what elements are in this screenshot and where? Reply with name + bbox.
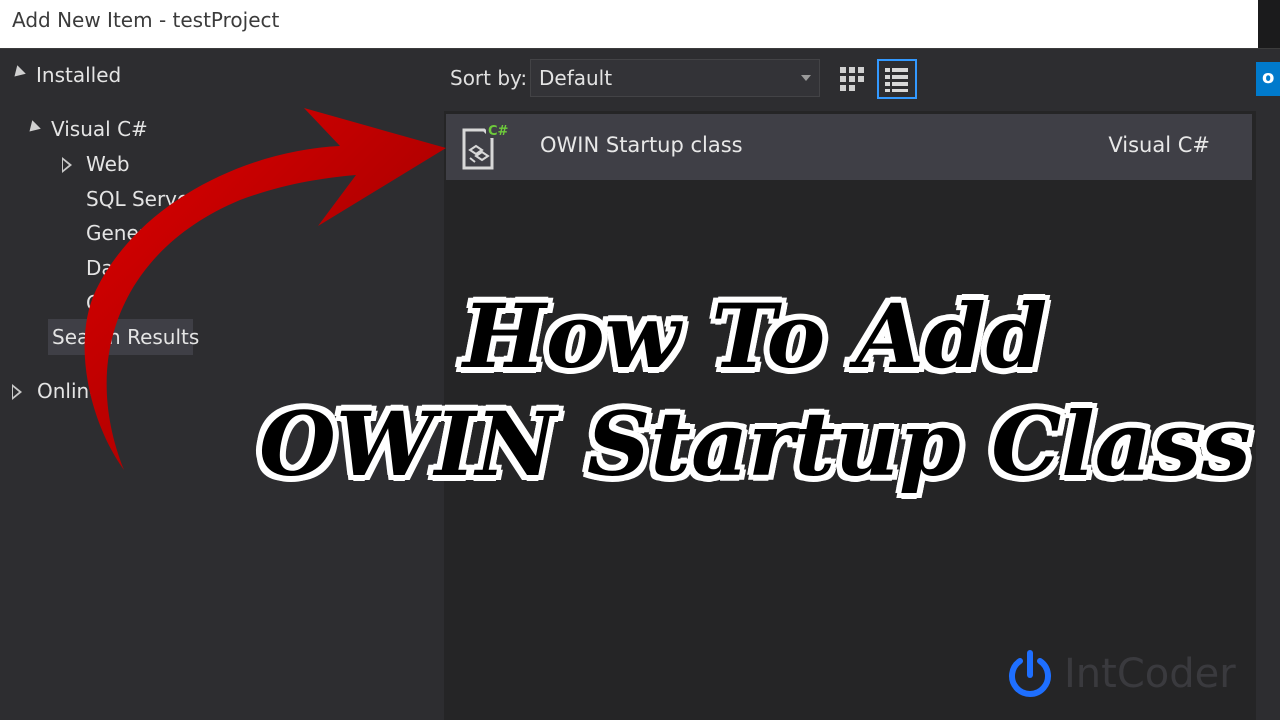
channel-watermark: IntCoder [1004,647,1254,703]
headline-line-2: OWIN Startup Class [259,392,1251,496]
watermark-text: IntCoder [1064,651,1236,697]
power-icon [1009,650,1051,697]
thumbnail-headline: How To Add OWIN Startup Class [240,282,1270,498]
headline-line-1: How To Add [462,284,1048,388]
